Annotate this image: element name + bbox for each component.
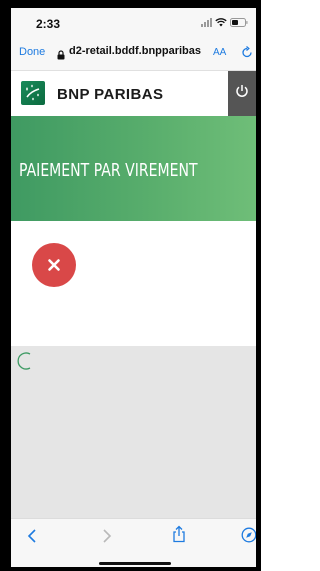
lock-icon xyxy=(57,47,65,65)
device-frame-top xyxy=(0,0,261,8)
share-icon[interactable] xyxy=(172,525,186,548)
forward-chevron-icon[interactable] xyxy=(102,528,112,549)
home-indicator xyxy=(99,562,171,565)
loading-spinner-icon xyxy=(16,350,34,377)
phone-device: 2:33 Done d2-retail.bddf.bnpparibas AA B… xyxy=(0,0,261,571)
brand-name: BNP PARIBAS xyxy=(57,86,164,103)
status-bar: 2:33 xyxy=(11,8,256,36)
power-button[interactable] xyxy=(228,71,256,116)
page-banner: PAIEMENT PAR VIREMENT xyxy=(11,116,256,221)
browser-address-bar: Done d2-retail.bddf.bnpparibas AA xyxy=(11,36,256,71)
device-frame-left xyxy=(0,0,11,571)
cellular-signal-icon xyxy=(201,18,212,27)
battery-icon xyxy=(230,18,248,27)
screen: 2:33 Done d2-retail.bddf.bnpparibas AA B… xyxy=(11,8,256,567)
status-icons xyxy=(201,18,248,27)
browser-toolbar xyxy=(11,518,256,567)
bnp-paribas-logo-icon xyxy=(21,81,45,105)
compass-icon[interactable] xyxy=(241,527,256,548)
site-header: BNP PARIBAS xyxy=(11,71,256,117)
loading-area xyxy=(11,346,256,518)
result-area xyxy=(11,221,256,346)
device-frame-right xyxy=(256,0,261,571)
page-title: PAIEMENT PAR VIREMENT xyxy=(19,160,198,181)
status-time: 2:33 xyxy=(36,17,61,31)
done-button[interactable]: Done xyxy=(19,46,45,58)
url-text[interactable]: d2-retail.bddf.bnpparibas xyxy=(69,45,209,57)
back-chevron-icon[interactable] xyxy=(27,528,37,549)
error-x-icon xyxy=(32,243,76,287)
text-size-button[interactable]: AA xyxy=(213,47,226,58)
power-icon xyxy=(235,84,249,103)
device-frame-bottom xyxy=(0,567,261,571)
reload-icon[interactable] xyxy=(241,45,253,64)
wifi-icon xyxy=(215,18,227,27)
